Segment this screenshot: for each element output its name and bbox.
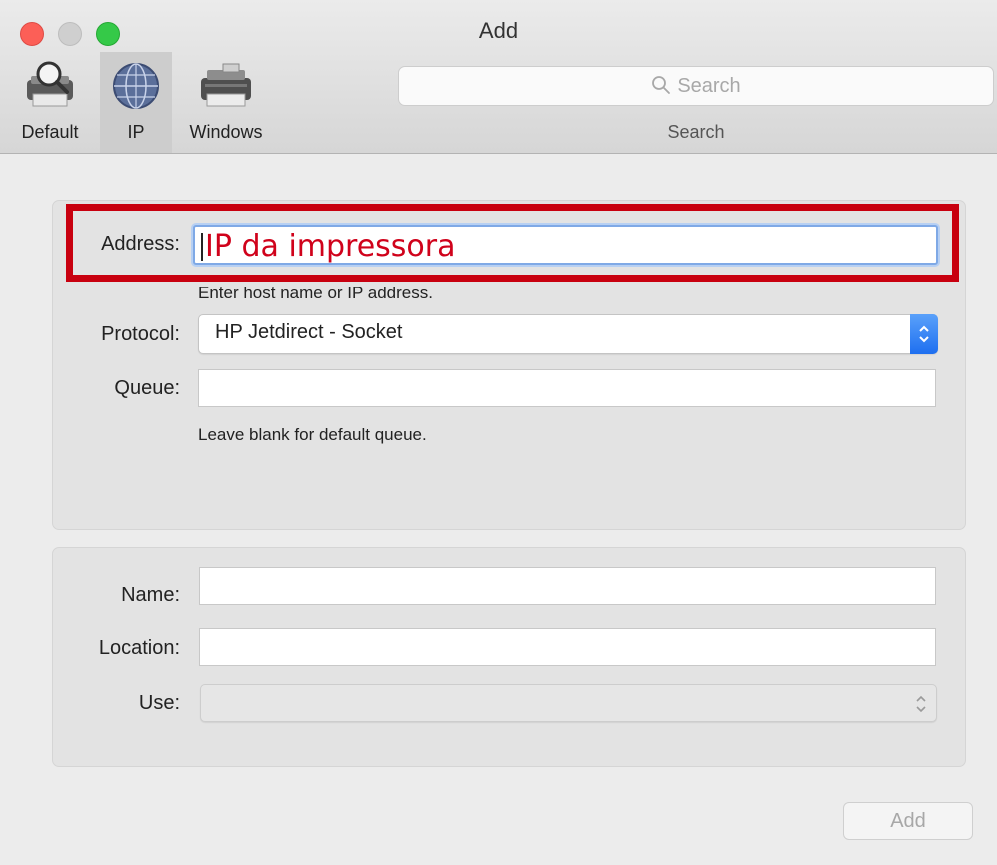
- toolbar-item-ip[interactable]: IP: [100, 52, 172, 153]
- globe-icon: [113, 63, 159, 109]
- queue-label: Queue:: [114, 377, 180, 399]
- toolbar-item-label: IP: [127, 122, 145, 142]
- use-label: Use:: [138, 692, 180, 714]
- toolbar-item-windows[interactable]: Windows: [172, 52, 280, 153]
- protocol-select[interactable]: HP Jetdirect - Socket: [198, 314, 938, 354]
- add-printer-window: Add Default IP Windows Search Search Add…: [0, 0, 997, 865]
- location-label: Location:: [98, 637, 180, 659]
- search-icon: [652, 76, 671, 94]
- toolbar-item-label: Default: [21, 122, 79, 142]
- protocol-value: HP Jetdirect - Socket: [215, 321, 403, 343]
- chevron-updown-icon: [919, 325, 929, 343]
- protocol-label: Protocol:: [101, 323, 180, 345]
- chevron-updown-icon: [916, 695, 926, 713]
- address-highlight-box: [66, 204, 959, 282]
- queue-hint: Leave blank for default queue.: [198, 425, 427, 444]
- toolbar: Add Default IP Windows Search Search: [0, 0, 997, 154]
- name-input[interactable]: [199, 567, 936, 605]
- name-label: Name:: [121, 584, 180, 606]
- toolbar-item-default[interactable]: Default: [0, 52, 100, 153]
- printer-magnifier-icon: [27, 61, 73, 107]
- add-button[interactable]: Add: [843, 802, 973, 840]
- search-field[interactable]: Search: [398, 66, 994, 106]
- search-placeholder: Search: [677, 75, 741, 97]
- queue-input[interactable]: [198, 369, 936, 407]
- location-input[interactable]: [199, 628, 936, 666]
- window-title: Add: [478, 18, 519, 43]
- use-select[interactable]: [200, 684, 937, 722]
- toolbar-item-label: Windows: [189, 122, 263, 142]
- printer-icon: [201, 63, 251, 107]
- search-caption: Search: [667, 122, 725, 142]
